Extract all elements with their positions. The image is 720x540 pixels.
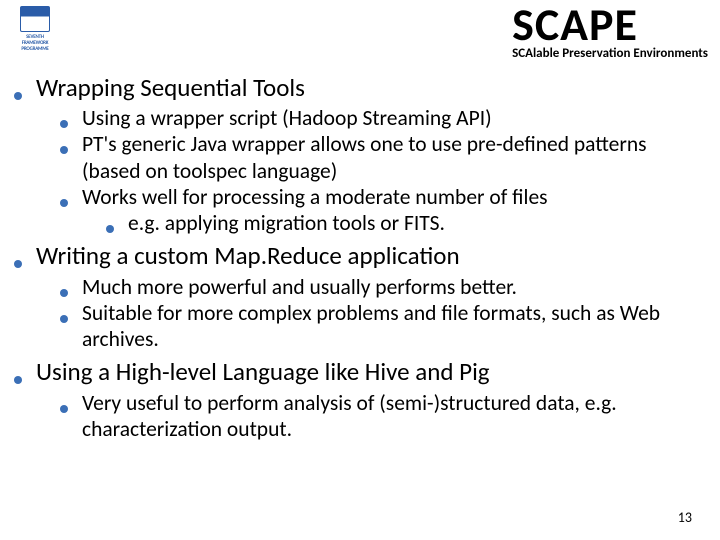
list-item-text: e.g. applying migration tools or FITS. [128, 210, 706, 236]
bullet-icon [14, 376, 22, 384]
bullet-icon [60, 405, 68, 413]
list-item: Using a wrapper script (Hadoop Streaming… [60, 105, 706, 131]
slide-content: Wrapping Sequential Tools Using a wrappe… [0, 72, 720, 442]
list-item-text: Writing a custom Map.Reduce application [36, 240, 706, 271]
list-item-text: Very useful to perform analysis of (semi… [82, 390, 706, 442]
bullet-icon [60, 146, 68, 154]
list-item: e.g. applying migration tools or FITS. [106, 210, 706, 236]
list-item: Suitable for more complex problems and f… [60, 300, 706, 352]
fp7-logo: SEVENTH FRAMEWORK PROGRAMME [14, 6, 56, 48]
list-item-text: Suitable for more complex problems and f… [82, 300, 706, 352]
bullet-icon [60, 315, 68, 323]
slide-header: SEVENTH FRAMEWORK PROGRAMME SCAPE SCAlab… [0, 0, 720, 68]
fp7-logo-box [20, 6, 50, 32]
bullet-icon [14, 260, 22, 268]
bullet-list: Wrapping Sequential Tools Using a wrappe… [14, 72, 706, 442]
list-item-text: Using a High-level Language like Hive an… [36, 356, 706, 387]
page-number: 13 [678, 509, 692, 526]
list-item: Much more powerful and usually performs … [60, 274, 706, 300]
bullet-icon [60, 289, 68, 297]
list-item: Very useful to perform analysis of (semi… [60, 390, 706, 442]
list-item: Using a High-level Language like Hive an… [14, 356, 706, 442]
list-item-text: Using a wrapper script (Hadoop Streaming… [82, 105, 706, 131]
list-item-text: Wrapping Sequential Tools [36, 72, 706, 103]
list-item-text: Much more powerful and usually performs … [82, 274, 706, 300]
title-block: SCAPE SCAlable Preservation Environments [512, 2, 708, 61]
list-item: Writing a custom Map.Reduce application … [14, 240, 706, 352]
bullet-icon [14, 92, 22, 100]
list-item: PT's generic Java wrapper allows one to … [60, 131, 706, 183]
list-item-text: PT's generic Java wrapper allows one to … [82, 131, 706, 183]
bullet-icon [60, 199, 68, 207]
list-item-text: Works well for processing a moderate num… [82, 184, 706, 210]
slide-title: SCAPE [512, 2, 708, 48]
list-item: Works well for processing a moderate num… [60, 184, 706, 236]
fp7-logo-caption: SEVENTH FRAMEWORK PROGRAMME [14, 34, 56, 52]
list-item: Wrapping Sequential Tools Using a wrappe… [14, 72, 706, 236]
slide-subtitle: SCAlable Preservation Environments [512, 46, 708, 61]
bullet-icon [60, 120, 68, 128]
bullet-icon [106, 225, 114, 233]
